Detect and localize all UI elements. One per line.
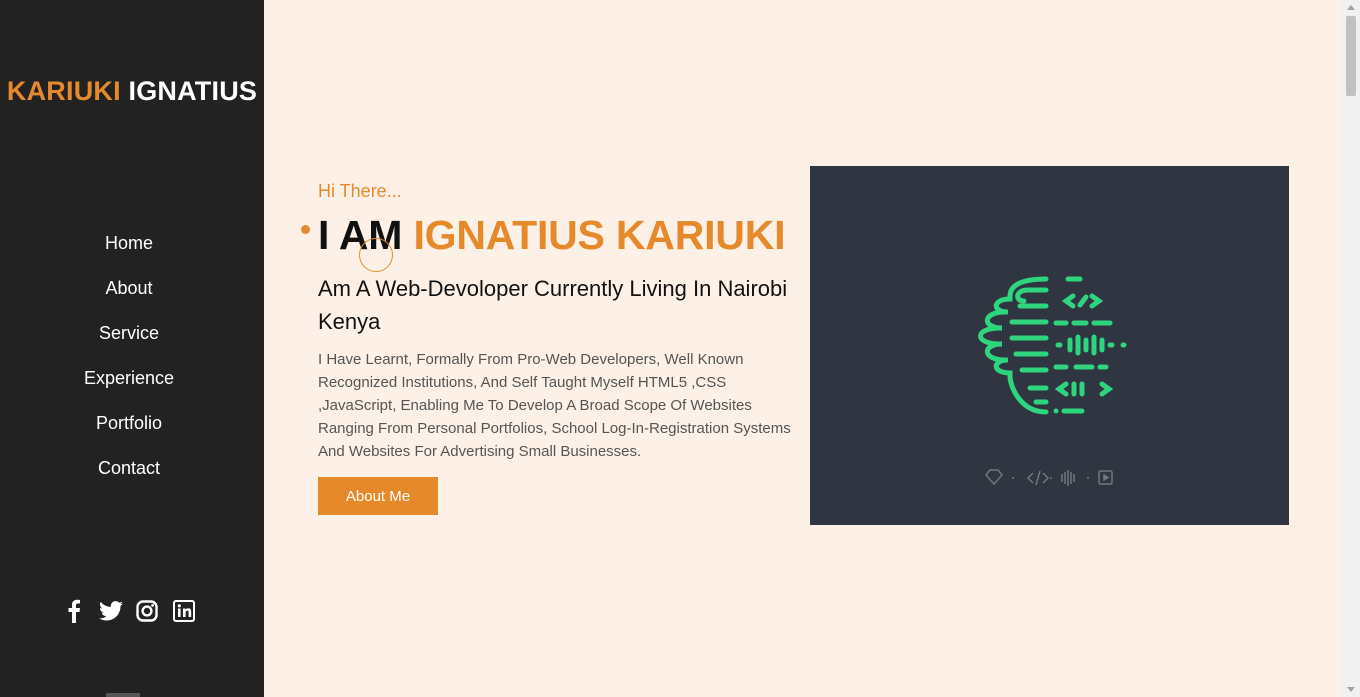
nav-item-about[interactable]: About [0, 266, 258, 311]
scroll-up-arrow-icon[interactable] [1347, 5, 1355, 10]
nav-item-service[interactable]: Service [0, 311, 258, 356]
nav-item-home[interactable]: Home [0, 221, 258, 266]
linkedin-icon[interactable] [172, 598, 196, 624]
page-scrollbar[interactable] [1342, 0, 1360, 697]
nav-item-experience[interactable]: Experience [0, 356, 258, 401]
instagram-icon[interactable] [135, 598, 159, 624]
about-me-button[interactable]: About Me [318, 477, 438, 515]
logo-last-name: IGNATIUS [128, 76, 258, 106]
greeting-text: Hi There... [318, 181, 402, 201]
hero-image [810, 166, 1289, 525]
sidebar: KARIUKI IGNATIUS Home About Service Expe… [0, 0, 264, 697]
hero-section: Hi There... I AM IGNATIUS KARIUKI Am A W… [264, 0, 1342, 697]
social-links [62, 598, 196, 624]
hero-description: I Have Learnt, Formally From Pro-Web Dev… [318, 351, 791, 460]
sidebar-scroll-indicator [106, 693, 140, 697]
diamond-icon [985, 469, 1003, 486]
sidebar-nav: Home About Service Experience Portfolio … [0, 221, 258, 491]
hero-subheading: Am A Web-Devoloper Currently Living In N… [318, 276, 788, 334]
headline-name: IGNATIUS KARIUKI [413, 212, 786, 258]
site-logo[interactable]: KARIUKI IGNATIUS [0, 76, 264, 107]
logo-first-name: KARIUKI [6, 76, 121, 106]
nav-item-portfolio[interactable]: Portfolio [0, 401, 258, 446]
cursor-dot [301, 225, 310, 234]
nav-item-contact[interactable]: Contact [0, 446, 258, 491]
brain-code-logo [978, 276, 1127, 486]
scrollbar-thumb[interactable] [1346, 16, 1356, 96]
facebook-icon[interactable] [62, 598, 86, 624]
code-icon [1026, 470, 1050, 486]
soundwave-icon [1061, 470, 1075, 486]
scroll-down-arrow-icon[interactable] [1347, 687, 1355, 692]
image-icon-row [985, 469, 1113, 486]
twitter-icon[interactable] [98, 598, 123, 624]
cursor-ring [359, 238, 393, 272]
